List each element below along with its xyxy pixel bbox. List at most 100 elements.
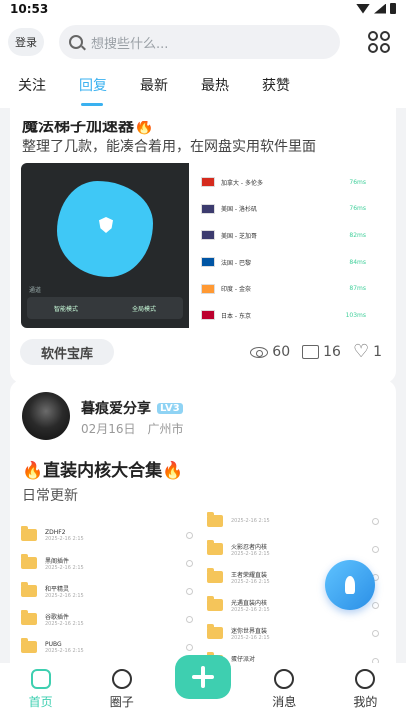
likes-stat[interactable]: ♡ 1 [353, 343, 382, 361]
tab-reply[interactable]: 回复 [79, 64, 140, 108]
file-info: 和平精灵 2025-2-16 2:15 [45, 584, 84, 599]
file-meta: 2025-2-16 2:15 [45, 620, 84, 627]
views-count: 60 [272, 344, 291, 360]
file-info: 2025-2-16 2:15 [231, 518, 270, 524]
heart-icon: ♡ [352, 341, 370, 362]
nav-circle[interactable]: 圈子 [81, 663, 162, 715]
server-name: 加拿大 - 多伦多 [221, 179, 263, 187]
file-row: 火影忍者内核 2025-2-16 2:15 [207, 535, 379, 563]
rocket-fab-button[interactable] [325, 560, 375, 610]
file-info: PUBG 2025-2-16 2:15 [45, 641, 84, 654]
folder-icon [207, 568, 223, 583]
server-latency: 82ms [349, 231, 366, 239]
categories-icon[interactable] [368, 31, 390, 53]
folder-icon [207, 540, 223, 555]
file-name: 王者荣耀直装 [231, 571, 268, 579]
file-info: 蛋仔派对2025-2-16 2:15 [231, 654, 270, 664]
post-card[interactable]: 魔法梯子加速器🔥 整理了几款，能凑合着用，在网盘实用软件里面 通道 智能模式 全… [10, 108, 396, 383]
nav-profile[interactable]: 我的 [325, 663, 406, 715]
post-title: 🔥直装内核大合集🔥 [22, 461, 184, 481]
radio-icon [186, 587, 193, 595]
file-meta: 2025-2-16 2:15 [231, 578, 270, 585]
comment-icon [302, 345, 320, 359]
file-meta: 2025-2-16 2:15 [45, 564, 84, 571]
search-icon [69, 35, 83, 49]
file-name: PUBG [45, 640, 62, 648]
file-name: 黑阁插件 [45, 557, 70, 565]
server-name: 美国 - 芝加哥 [221, 232, 257, 240]
file-meta: 2025-2-16 2:15 [45, 535, 84, 542]
categories-icon-cell [380, 43, 390, 53]
folder-icon [207, 624, 223, 639]
post-date: 02月16日 [81, 422, 136, 436]
login-button[interactable]: 登录 [8, 28, 44, 56]
tab-follow[interactable]: 关注 [18, 64, 79, 108]
folder-icon [21, 582, 37, 597]
flag-icon [201, 310, 215, 321]
status-time: 10:53 [10, 2, 49, 16]
server-latency: 84ms [349, 258, 366, 266]
profile-icon [355, 669, 376, 689]
file-meta: 2025-2-16 2:15 [231, 518, 270, 524]
search-placeholder: 想搜些什么... [91, 36, 169, 52]
vpn-mode-bar: 智能模式 全局模式 [27, 297, 183, 319]
server-latency: 87ms [349, 285, 366, 293]
file-name: 光遇直装内核 [231, 599, 268, 607]
folder-icon [21, 610, 37, 625]
battery-icon [390, 3, 396, 14]
file-list-left: ZDHF2 2025-2-16 2:15 黑阁插件 2025-2-16 2:15 和平精… [21, 513, 193, 663]
file-meta: 2025-2-16 2:15 [231, 634, 270, 641]
radio-icon [186, 559, 193, 567]
rocket-icon [345, 576, 355, 594]
nav-create[interactable] [162, 655, 243, 715]
server-row: 日本 - 东京 103ms [201, 302, 366, 328]
categories-icon-cell [380, 31, 390, 41]
category-tag[interactable]: 软件宝库 [20, 339, 114, 365]
flag-icon [201, 177, 215, 188]
server-row: 法国 - 巴黎 84ms [201, 249, 366, 276]
wifi-icon [356, 3, 370, 14]
eye-icon [250, 346, 269, 358]
top-bar: 登录 想搜些什么... [0, 20, 406, 64]
comments-stat[interactable]: 16 [302, 344, 341, 360]
radio-icon [186, 643, 193, 651]
post-meta: 02月16日 广州市 [81, 420, 184, 437]
tab-latest[interactable]: 最新 [140, 64, 201, 108]
file-info: ZDHF2 2025-2-16 2:15 [45, 529, 84, 542]
file-info: 黑阁插件 2025-2-16 2:15 [45, 556, 84, 571]
file-row: 迷你世界直装 2025-2-16 2:15 [207, 619, 379, 647]
post-description: 日常更新 [22, 488, 78, 504]
server-latency: 103ms [345, 311, 366, 319]
tab-liked[interactable]: 获赞 [262, 64, 323, 108]
tab-hottest[interactable]: 最热 [201, 64, 262, 108]
flag-icon [201, 257, 215, 268]
server-name: 法国 - 巴黎 [221, 259, 251, 267]
feed-tabs: 关注 回复 最新 最热 获赞 [0, 64, 406, 108]
nav-messages[interactable]: 消息 [244, 663, 325, 715]
status-icons [356, 3, 396, 14]
post-image[interactable]: 通道 智能模式 全局模式 加拿大 - 多伦多 76ms 美国 - 洛杉矶 76ms 美国… [21, 163, 376, 328]
nav-home-label: 首页 [28, 695, 53, 709]
file-info: 王者荣耀直装 2025-2-16 2:15 [231, 570, 270, 585]
flag-icon [201, 283, 215, 294]
mode-smart: 智能模式 [53, 305, 78, 313]
mode-global: 全局模式 [131, 305, 156, 313]
vpn-channel-label: 通道 [29, 287, 42, 294]
file-info: 迷你世界直装 2025-2-16 2:15 [231, 626, 270, 641]
file-name: 谷歌插件 [45, 613, 70, 621]
server-latency: 76ms [349, 205, 366, 213]
file-name: 火影忍者内核 [231, 543, 268, 551]
avatar[interactable] [22, 392, 70, 440]
nav-messages-label: 消息 [272, 695, 297, 709]
server-row: 美国 - 洛杉矶 76ms [201, 196, 366, 223]
server-row: 印度 - 金奈 87ms [201, 275, 366, 302]
author-name[interactable]: 暮痕爱分享 LV3 [81, 398, 183, 418]
views-stat: 60 [250, 344, 290, 360]
folder-icon [21, 554, 37, 569]
folder-icon [207, 512, 223, 527]
home-icon [30, 669, 51, 689]
post-card[interactable]: 暮痕爱分享 LV3 02月16日 广州市 🔥直装内核大合集🔥 日常更新 ZDHF… [10, 380, 396, 663]
post-stats: 60 16 ♡ 1 [250, 339, 382, 365]
search-input[interactable]: 想搜些什么... [59, 25, 340, 59]
nav-home[interactable]: 首页 [0, 663, 81, 715]
